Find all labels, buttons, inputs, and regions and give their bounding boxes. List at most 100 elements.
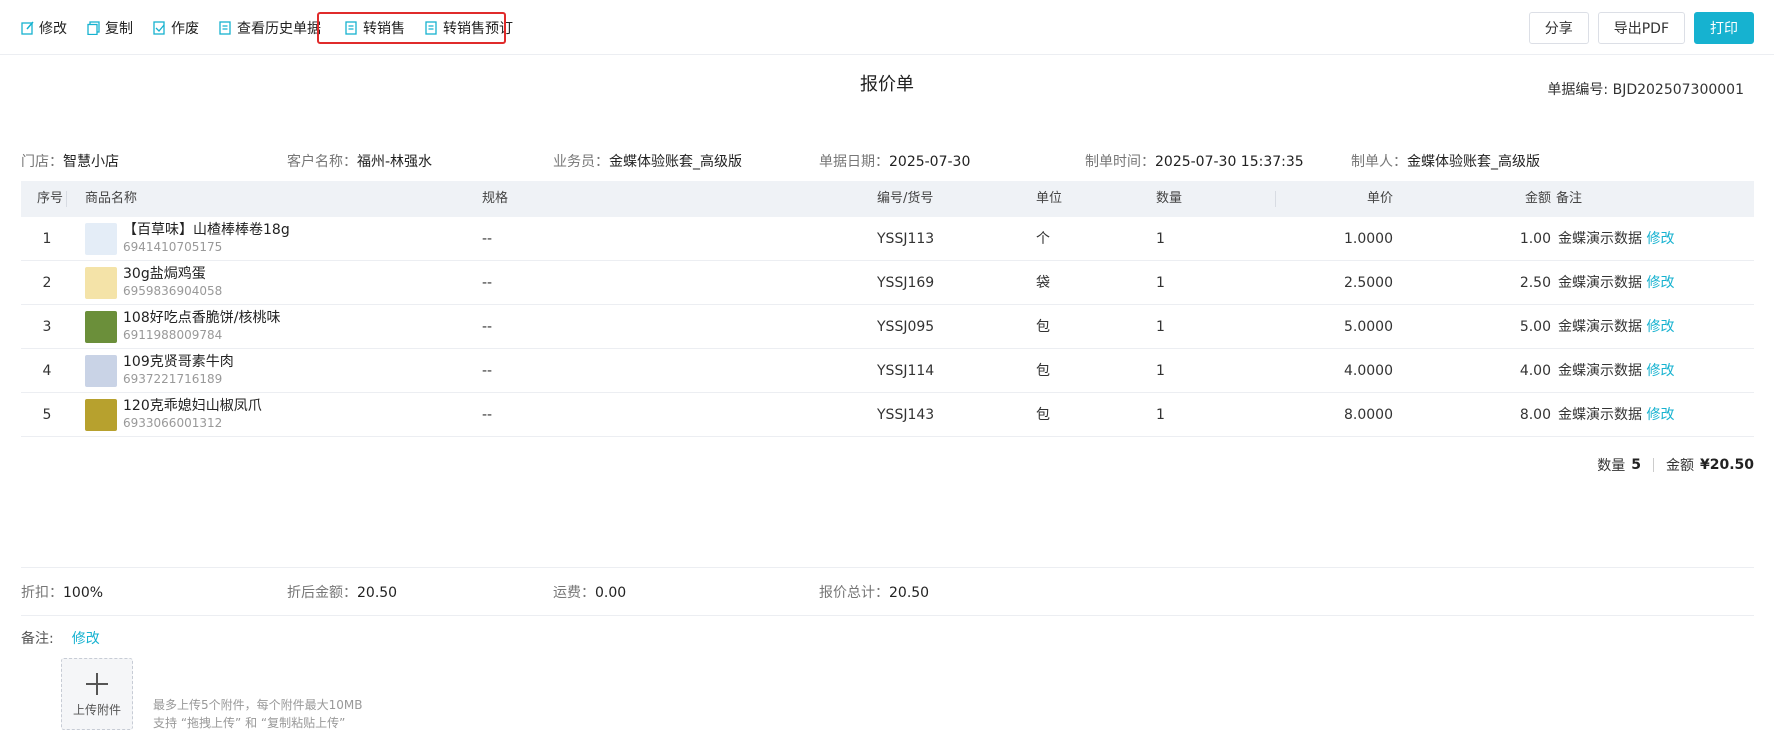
salesman-value: 金蝶体验账套_高级版 <box>609 154 742 170</box>
salesman-label: 业务员： <box>553 154 609 170</box>
header-amount: 金额 <box>1524 191 1551 206</box>
total-amount-label: 金额 <box>1665 458 1694 474</box>
date-label: 单据日期： <box>819 154 889 170</box>
history-label: 查看历史单据 <box>237 21 321 37</box>
quote-total-label: 报价总计： <box>819 585 889 601</box>
table-header: 序号 商品名称 规格 编号/货号 单位 数量 单价 金额 备注 <box>21 181 1754 217</box>
table-row: 3 -- YSSJ095 包 1 5.0000 5.00 108好吃点香脆饼/核桃味 69119… <box>21 305 1754 349</box>
row-product-name: 109克贤哥素牛肉 <box>123 354 234 370</box>
edit-icon <box>21 21 34 35</box>
row-code: YSSJ114 <box>877 363 935 379</box>
customer-label: 客户名称： <box>287 154 357 170</box>
row-code: YSSJ113 <box>877 231 935 247</box>
row-unit: 个 <box>1036 231 1050 247</box>
row-unit: 包 <box>1036 363 1050 379</box>
row-price: 2.5000 <box>1344 275 1393 291</box>
plus-icon <box>86 673 108 695</box>
upload-attachment-button[interactable]: 上传附件 <box>61 658 133 730</box>
remark-edit-link[interactable]: 修改 <box>72 628 100 648</box>
row-amount: 4.00 <box>1519 363 1551 379</box>
totals: 数量 5 金额 ¥20.50 <box>1597 455 1754 475</box>
row-amount: 2.50 <box>1519 275 1551 291</box>
freight-value: 0.00 <box>595 585 627 601</box>
header-seq: 序号 <box>37 181 68 217</box>
row-unit: 袋 <box>1036 275 1050 291</box>
row-qty: 1 <box>1156 319 1165 335</box>
row-remark: 金蝶演示数据 修改 <box>1558 349 1674 393</box>
table-row: 5 -- YSSJ143 包 1 8.0000 8.00 120克乖媳妇山椒凤爪 6933066… <box>21 393 1754 437</box>
total-qty-value: 5 <box>1631 457 1641 473</box>
row-edit-link[interactable]: 修改 <box>1646 363 1674 379</box>
row-product-name: 120克乖媳妇山椒凤爪 <box>123 398 262 414</box>
document-number-label: 单据编号: <box>1547 82 1613 98</box>
row-barcode: 6937221716189 <box>123 372 223 386</box>
row-spec: -- <box>482 231 493 247</box>
after-discount-info: 折后金额：20.50 <box>287 582 397 602</box>
void-icon <box>153 21 166 35</box>
history-icon <box>219 21 232 35</box>
copy-button[interactable]: 复制 <box>87 18 133 38</box>
discount-label: 折扣： <box>21 585 63 601</box>
void-label: 作废 <box>171 21 199 37</box>
void-button[interactable]: 作废 <box>153 18 199 38</box>
document-number-value: BJD202507300001 <box>1612 82 1744 98</box>
row-seq: 5 <box>42 407 52 423</box>
row-remark: 金蝶演示数据 修改 <box>1558 393 1674 437</box>
upload-hint-limit: 最多上传5个附件，每个附件最大10MB <box>153 698 363 712</box>
total-qty-label: 数量 <box>1597 458 1626 474</box>
total-amount-value: ¥20.50 <box>1699 457 1754 473</box>
row-spec: -- <box>482 275 493 291</box>
after-discount-value: 20.50 <box>357 585 398 601</box>
row-remark: 金蝶演示数据 修改 <box>1558 305 1674 349</box>
totals-divider <box>1652 458 1654 472</box>
history-button[interactable]: 查看历史单据 <box>219 18 321 38</box>
row-edit-link[interactable]: 修改 <box>1646 231 1674 247</box>
row-code: YSSJ095 <box>877 319 935 335</box>
row-edit-link[interactable]: 修改 <box>1646 407 1674 423</box>
date-value: 2025-07-30 <box>889 154 971 170</box>
copy-label: 复制 <box>105 21 133 37</box>
share-button[interactable]: 分享 <box>1528 12 1589 44</box>
row-remark-text: 金蝶演示数据 <box>1558 319 1642 335</box>
quote-total-value: 20.50 <box>889 585 930 601</box>
header-code: 编号/货号 <box>877 191 934 206</box>
header-qty: 数量 <box>1156 181 1276 217</box>
row-remark: 金蝶演示数据 修改 <box>1558 261 1674 305</box>
row-qty: 1 <box>1156 275 1165 291</box>
created-info: 制单时间：2025-07-30 15:37:35 <box>1085 151 1304 171</box>
edit-label: 修改 <box>39 21 67 37</box>
toolbar-right: 分享 导出PDF 打印 <box>1520 12 1754 44</box>
row-edit-link[interactable]: 修改 <box>1646 275 1674 291</box>
row-amount: 5.00 <box>1519 319 1551 335</box>
row-product-name: 108好吃点香脆饼/核桃味 <box>123 310 281 326</box>
upload-hint: 最多上传5个附件，每个附件最大10MB 支持 “拖拽上传” 和 “复制粘贴上传” <box>153 696 363 732</box>
row-qty: 1 <box>1156 363 1165 379</box>
store-value: 智慧小店 <box>63 154 119 170</box>
row-seq: 2 <box>42 275 52 291</box>
document-number: 单据编号: BJD202507300001 <box>1547 79 1744 99</box>
row-remark: 金蝶演示数据 修改 <box>1558 217 1674 261</box>
created-value: 2025-07-30 15:37:35 <box>1155 154 1304 170</box>
row-price: 1.0000 <box>1344 231 1393 247</box>
row-barcode: 6933066001312 <box>123 416 223 430</box>
table-row: 2 -- YSSJ169 袋 1 2.5000 2.50 30g盐焗鸡蛋 69598369040… <box>21 261 1754 305</box>
print-button[interactable]: 打印 <box>1694 12 1754 44</box>
store-info: 门店：智慧小店 <box>21 151 119 171</box>
export-pdf-button[interactable]: 导出PDF <box>1597 12 1685 44</box>
discount-info: 折扣：100% <box>21 582 103 602</box>
date-info: 单据日期：2025-07-30 <box>819 151 970 171</box>
product-thumbnail <box>85 399 117 431</box>
row-edit-link[interactable]: 修改 <box>1646 319 1674 335</box>
after-discount-label: 折后金额： <box>287 585 357 601</box>
discount-value: 100% <box>63 585 104 601</box>
row-unit: 包 <box>1036 407 1050 423</box>
edit-button[interactable]: 修改 <box>21 18 67 38</box>
creator-label: 制单人： <box>1351 154 1407 170</box>
row-price: 5.0000 <box>1344 319 1393 335</box>
freight-info: 运费：0.00 <box>553 582 626 602</box>
row-amount: 8.00 <box>1519 407 1551 423</box>
summary-row: 折扣：100% 折后金额：20.50 运费：0.00 报价总计：20.50 <box>21 582 1761 602</box>
header-name: 商品名称 <box>85 191 138 206</box>
row-amount: 1.00 <box>1519 231 1551 247</box>
product-thumbnail <box>85 223 117 255</box>
